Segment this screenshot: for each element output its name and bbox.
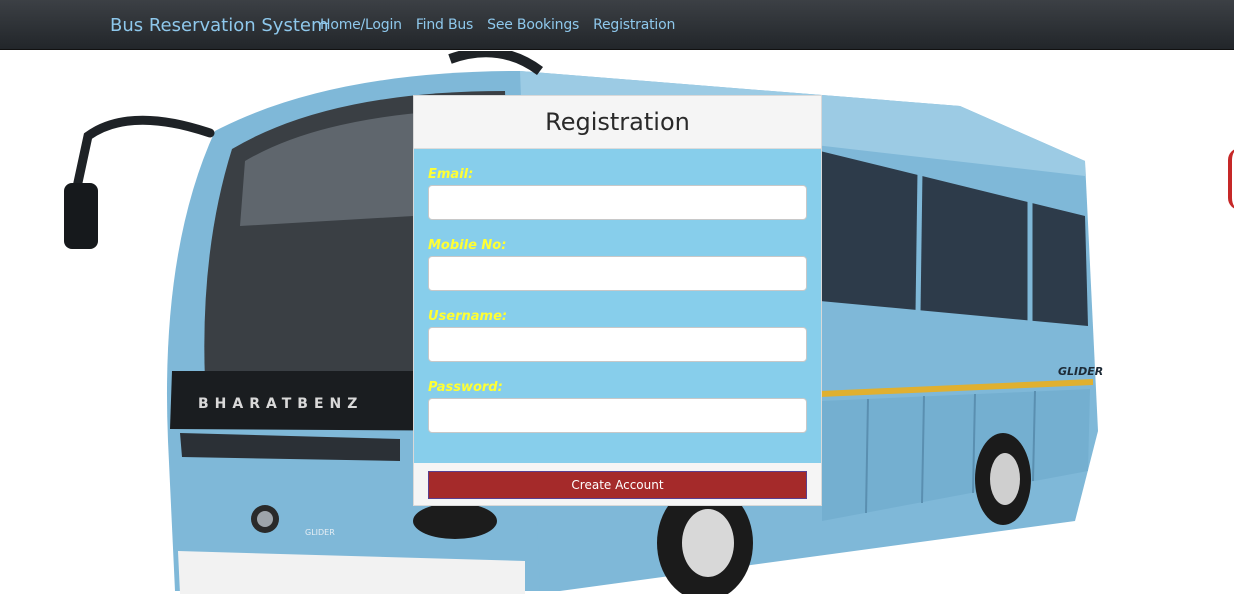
email-field[interactable]: [428, 185, 807, 220]
navbar: Bus Reservation System Home/Login Find B…: [0, 0, 1234, 50]
nav-link-find-bus[interactable]: Find Bus: [416, 17, 474, 33]
nav-links: Home/Login Find Bus See Bookings Registr…: [320, 17, 675, 33]
mobile-label: Mobile No:: [428, 238, 507, 253]
password-field[interactable]: [428, 398, 807, 433]
mobile-field[interactable]: [428, 256, 807, 291]
bus-front-badge: BHARATBENZ: [198, 396, 363, 412]
form-footer: Create Account: [414, 463, 821, 505]
red-edge-decoration: [1228, 148, 1234, 210]
form-body: Email: Mobile No: Username: Password:: [414, 149, 821, 463]
nav-link-registration[interactable]: Registration: [593, 17, 675, 33]
nav-link-see-bookings[interactable]: See Bookings: [487, 17, 579, 33]
bus-front-logo: GLIDER: [305, 528, 335, 537]
brand-link[interactable]: Bus Reservation System: [110, 15, 329, 36]
registration-form: Registration Email: Mobile No: Username:…: [413, 95, 822, 506]
bus-side-logo: GLIDER: [1058, 365, 1103, 378]
password-label: Password:: [428, 380, 503, 395]
username-field[interactable]: [428, 327, 807, 362]
create-account-button[interactable]: Create Account: [428, 471, 807, 499]
email-label: Email:: [428, 167, 474, 182]
form-title: Registration: [545, 108, 690, 136]
form-header: Registration: [414, 96, 821, 149]
nav-link-home-login[interactable]: Home/Login: [320, 17, 402, 33]
username-label: Username:: [428, 309, 508, 324]
